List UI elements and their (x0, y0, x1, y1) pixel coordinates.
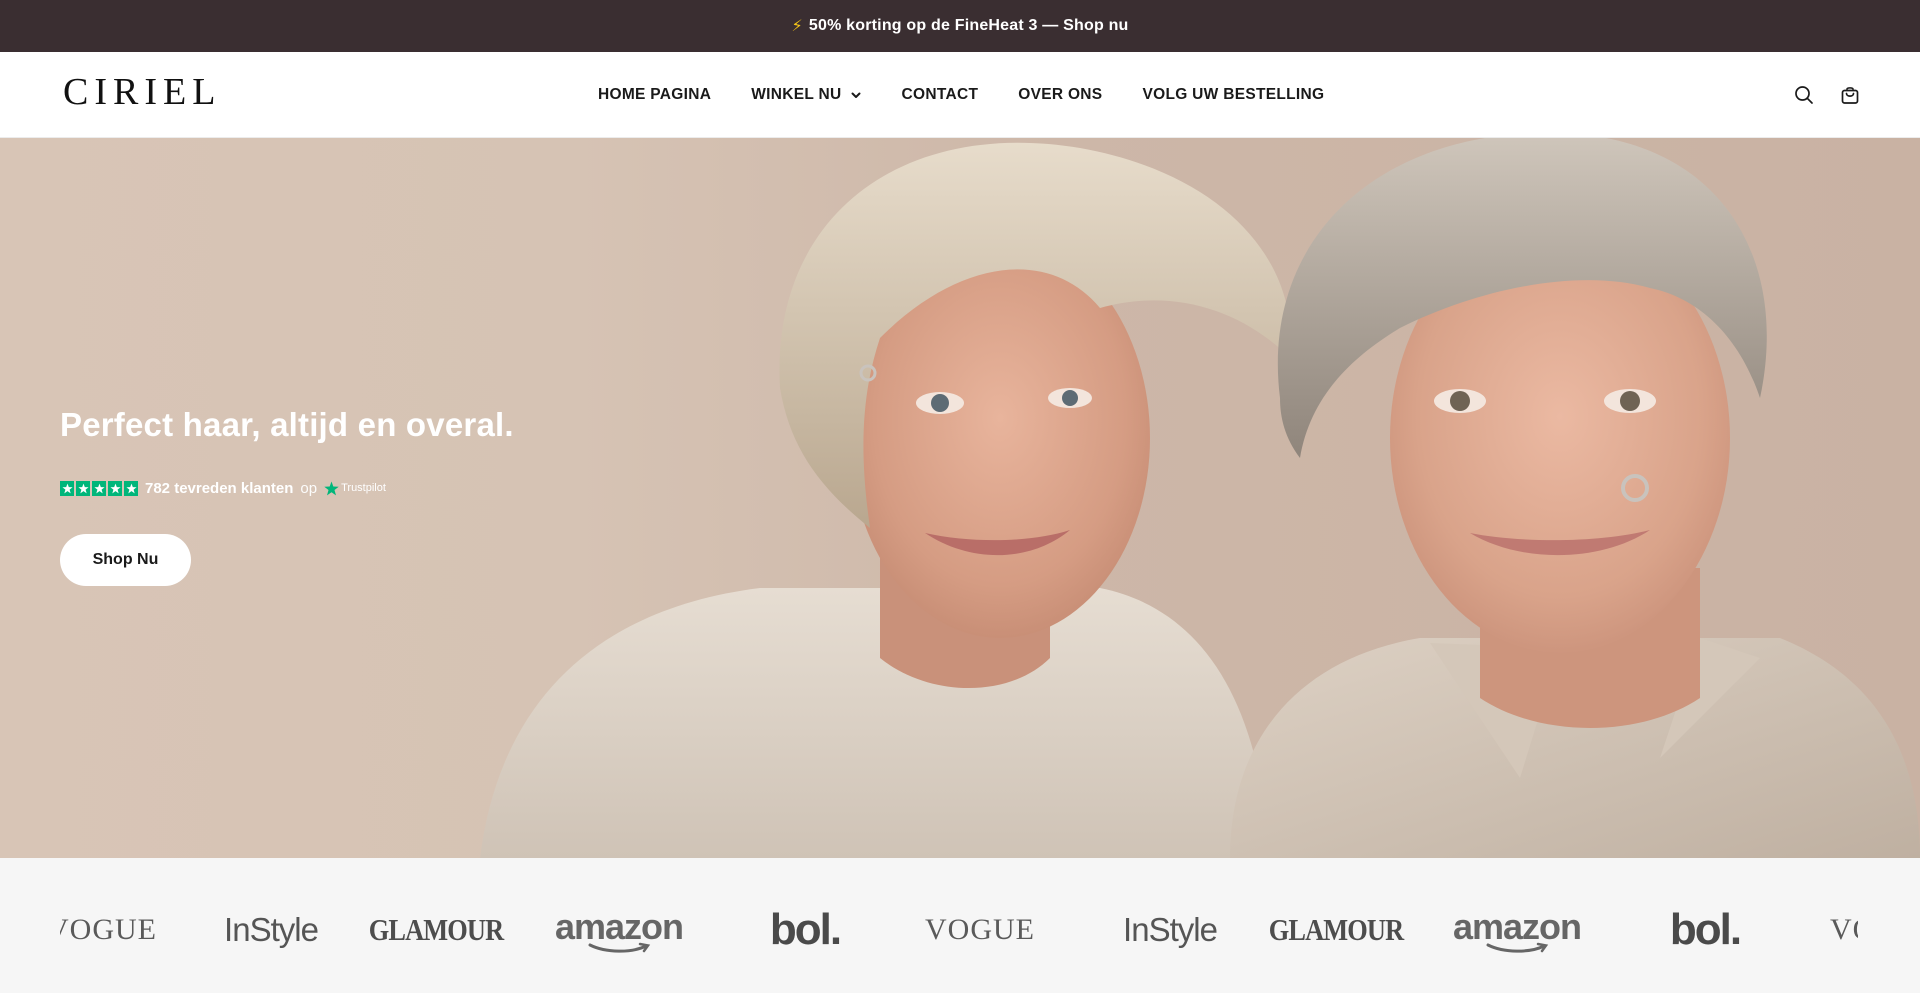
header-icons (1794, 52, 1860, 138)
press-logo-instyle: InStyle (1123, 911, 1218, 948)
nav-item-track-order[interactable]: VOLG UW BESTELLING (1142, 86, 1324, 104)
star-icon (108, 480, 122, 496)
star-icon (124, 480, 138, 496)
press-logos-strip: VOGUE InStyle GLAMOUR amazon bol. VOGUE … (0, 858, 1920, 993)
press-logo-vogue: VOGUE (1830, 913, 1858, 946)
rating-on-text: op (300, 479, 318, 497)
nav-item-about[interactable]: OVER ONS (1018, 86, 1102, 104)
nav-item-label: HOME PAGINA (598, 86, 712, 103)
hero-title: Perfect haar, altijd en overal. (60, 406, 514, 443)
press-logo-amazon: amazon (552, 906, 686, 954)
nav-item-label: WINKEL NU (751, 86, 842, 103)
press-logo-amazon: amazon (1450, 906, 1584, 954)
rating-count: 782 tevreden klanten (145, 479, 294, 497)
trustpilot-logo: Trustpilot (324, 480, 386, 496)
trustpilot-wordmark: Trustpilot (341, 482, 386, 494)
nav-item-contact[interactable]: CONTACT (902, 86, 979, 104)
nav-item-label: VOLG UW BESTELLING (1142, 86, 1325, 103)
star-icon (76, 480, 90, 496)
star-icon (92, 480, 106, 496)
hero-banner: Perfect haar, altijd en overal. 782 tevr… (0, 138, 1920, 858)
press-logo-glamour: GLAMOUR (1268, 912, 1404, 947)
rating-stars (60, 480, 138, 496)
announcement-text[interactable]: 50% korting op de FineHeat 3 — Shop nu (809, 17, 1129, 35)
nav-item-label: OVER ONS (1018, 86, 1103, 103)
amazon-smile-icon (588, 942, 651, 953)
nav-item-home[interactable]: HOME PAGINA (598, 86, 711, 104)
lightning-icon: ⚡ (791, 18, 803, 35)
press-logo-vogue: VOGUE (925, 913, 1035, 946)
site-header: CIRIEL HOME PAGINA WINKEL NU CONTACT OVE… (0, 52, 1920, 138)
site-logo[interactable]: CIRIEL (63, 70, 221, 114)
press-logo-instyle: InStyle (224, 911, 319, 948)
press-logo-bol: bol. (769, 905, 842, 954)
cart-icon[interactable] (1840, 85, 1860, 105)
amazon-smile-icon (1486, 942, 1549, 953)
press-logo-glamour: GLAMOUR (368, 912, 504, 947)
press-logo-bol: bol. (1669, 905, 1742, 954)
press-logo-vogue: VOGUE (60, 913, 157, 946)
shop-now-button[interactable]: Shop Nu (60, 534, 191, 586)
press-logos-track: VOGUE InStyle GLAMOUR amazon bol. VOGUE … (60, 858, 1858, 993)
hero-image (480, 138, 1920, 858)
nav-item-label: CONTACT (901, 86, 979, 103)
nav-item-shop[interactable]: WINKEL NU (751, 86, 861, 104)
chevron-down-icon (851, 92, 860, 98)
trustpilot-rating[interactable]: 782 tevreden klanten op Trustpilot (60, 478, 386, 498)
main-nav: HOME PAGINA WINKEL NU CONTACT OVER ONS V… (598, 52, 1324, 138)
search-icon[interactable] (1794, 85, 1814, 105)
announcement-bar[interactable]: ⚡ 50% korting op de FineHeat 3 — Shop nu (0, 0, 1920, 52)
trustpilot-star-icon (324, 480, 339, 495)
star-icon (60, 480, 74, 496)
